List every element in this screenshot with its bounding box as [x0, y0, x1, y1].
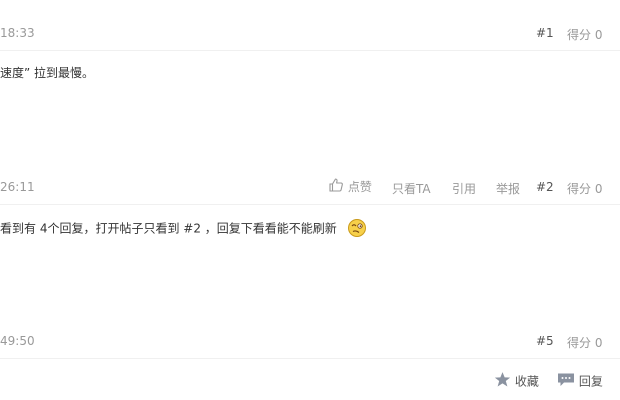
report-link[interactable]: 举报: [496, 180, 520, 197]
divider: [0, 204, 620, 205]
reply-label: 回复: [578, 374, 603, 389]
thumbs-up-icon: [328, 177, 344, 196]
post-2-floor[interactable]: #2: [536, 180, 554, 194]
divider: [0, 50, 620, 51]
post-2-content-row: 看到有 4个回复，打开帖子只看到 #2 ，回复下看看能不能刷新: [0, 218, 367, 238]
comment-icon: [557, 371, 575, 391]
post-1-content: 速度” 拉到最慢。: [0, 66, 95, 80]
like-button[interactable]: 点赞: [328, 177, 372, 196]
like-label: 点赞: [347, 180, 372, 194]
post-3-score: 得分 0: [567, 336, 603, 350]
reply-button[interactable]: 回复: [557, 371, 603, 391]
post-1-time: 18:33: [0, 26, 35, 40]
only-author-link[interactable]: 只看TA: [392, 180, 431, 197]
star-icon: [494, 371, 511, 391]
divider: [0, 358, 620, 359]
favorite-button[interactable]: 收藏: [494, 371, 539, 391]
post-1-floor[interactable]: #1: [536, 26, 554, 40]
quote-link[interactable]: 引用: [452, 180, 476, 197]
favorite-label: 收藏: [514, 374, 539, 389]
post-1-score: 得分 0: [567, 28, 603, 42]
post-3-time: 49:50: [0, 334, 35, 348]
confused-emoji-icon: [347, 218, 367, 238]
post-2-score: 得分 0: [567, 182, 603, 196]
post-3-floor[interactable]: #5: [536, 334, 554, 348]
post-2-content: 看到有 4个回复，打开帖子只看到 #2 ，回复下看看能不能刷新: [0, 221, 337, 236]
post-2-time: 26:11: [0, 180, 35, 194]
